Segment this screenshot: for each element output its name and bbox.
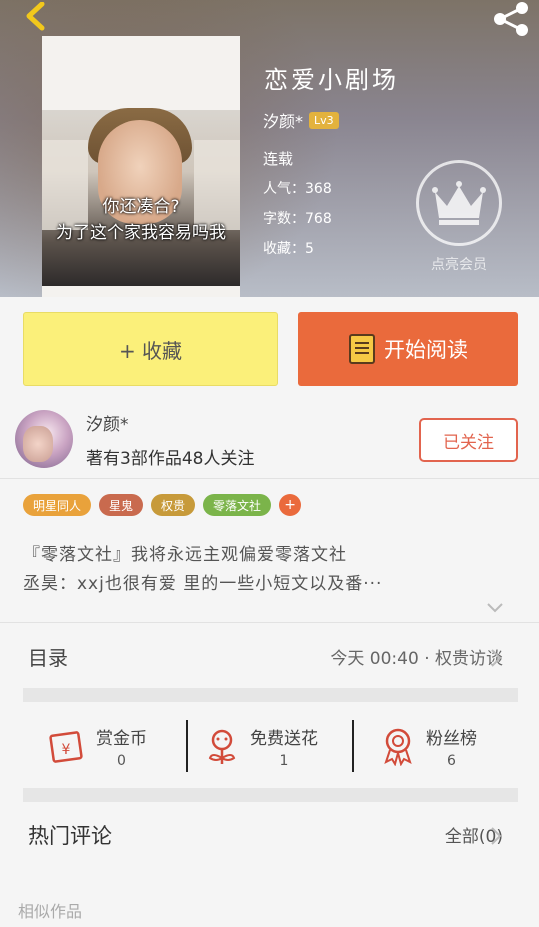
favorite-button[interactable]: + 收藏 xyxy=(23,312,278,386)
svg-text:¥: ¥ xyxy=(62,742,71,758)
share-button[interactable] xyxy=(491,2,531,36)
tag-item[interactable]: 明星同人 xyxy=(23,494,92,516)
cover-caption-line1: 你还凑合? xyxy=(102,197,180,217)
medal-icon xyxy=(384,728,412,766)
stat-value: 1 xyxy=(279,752,289,769)
book-word-count: 字数：768 xyxy=(263,211,332,227)
stat-value: 0 xyxy=(117,752,126,769)
book-status: 连载 xyxy=(263,150,294,168)
crown-icon xyxy=(432,181,486,225)
divider xyxy=(0,478,539,479)
add-tag-button[interactable]: + xyxy=(279,494,302,516)
stat-value: 6 xyxy=(447,752,456,769)
level-badge: Lv3 xyxy=(309,111,339,129)
author-name[interactable]: 汐颜* xyxy=(86,410,129,435)
fan-ranking-button[interactable]: 粉丝榜 6 xyxy=(380,718,477,774)
book-icon xyxy=(349,334,375,364)
vip-button[interactable] xyxy=(416,160,502,246)
book-title: 恋爱小剧场 xyxy=(264,66,399,94)
section-divider xyxy=(23,688,518,702)
author-stats: 著有3部作品48人关注 xyxy=(86,449,255,469)
start-reading-label: 开始阅读 xyxy=(384,338,468,362)
book-header: 你还凑合? 为了这个家我容易吗我 恋爱小剧场 汐颜* Lv3 连载 人气：368… xyxy=(0,0,539,297)
vertical-divider xyxy=(186,720,188,772)
coin-envelope-icon: ¥ xyxy=(49,731,83,763)
tag-item[interactable]: 权贵 xyxy=(151,494,196,516)
author-avatar[interactable] xyxy=(15,410,73,468)
description-line2: 丞昊：xxj也很有爱 里的一些小短文以及番··· xyxy=(23,574,383,594)
book-popularity: 人气：368 xyxy=(263,181,332,197)
flower-icon xyxy=(208,729,236,764)
hot-comments-label: 热门评论 xyxy=(28,824,112,848)
cover-caption-line2: 为了这个家我容易吗我 xyxy=(56,223,226,243)
chevron-down-icon xyxy=(487,603,503,613)
stat-label: 赏金币 xyxy=(96,728,147,749)
tag-item[interactable]: 零落文社 xyxy=(203,494,272,516)
expand-description-button[interactable] xyxy=(485,600,505,619)
book-cover[interactable]: 你还凑合? 为了这个家我容易吗我 xyxy=(42,36,240,297)
toc-label: 目录 xyxy=(28,646,68,670)
chevron-right-icon xyxy=(491,827,502,845)
book-author-row: 汐颜* Lv3 xyxy=(263,108,339,132)
book-favorites: 收藏：5 xyxy=(263,241,314,257)
toc-latest-chapter: 今天 00:40 · 权贵访谈 xyxy=(330,649,503,669)
send-flower-button[interactable]: 免费送花 1 xyxy=(204,718,318,774)
similar-works-label: 相似作品 xyxy=(18,902,83,921)
reward-coin-button[interactable]: ¥ 赏金币 0 xyxy=(46,718,147,774)
vip-label: 点亮会员 xyxy=(431,257,487,273)
tag-list: 明星同人 星鬼 权贵 零落文社 + xyxy=(23,494,302,516)
vertical-divider xyxy=(352,720,354,772)
follow-button[interactable]: 已关注 xyxy=(419,418,518,462)
back-button[interactable] xyxy=(12,1,46,32)
back-arrow-icon xyxy=(26,1,45,31)
start-reading-button[interactable]: 开始阅读 xyxy=(298,312,518,386)
chevron-right-icon xyxy=(491,649,502,667)
stat-label: 粉丝榜 xyxy=(426,728,477,749)
section-divider xyxy=(23,788,518,802)
share-icon xyxy=(494,2,528,36)
book-author-name: 汐颜* xyxy=(263,112,304,131)
description-line1: 『零落文社』我将永远主观偏爱零落文社 xyxy=(23,545,347,565)
stat-label: 免费送花 xyxy=(250,728,318,749)
divider xyxy=(0,622,539,623)
tag-item[interactable]: 星鬼 xyxy=(99,494,144,516)
